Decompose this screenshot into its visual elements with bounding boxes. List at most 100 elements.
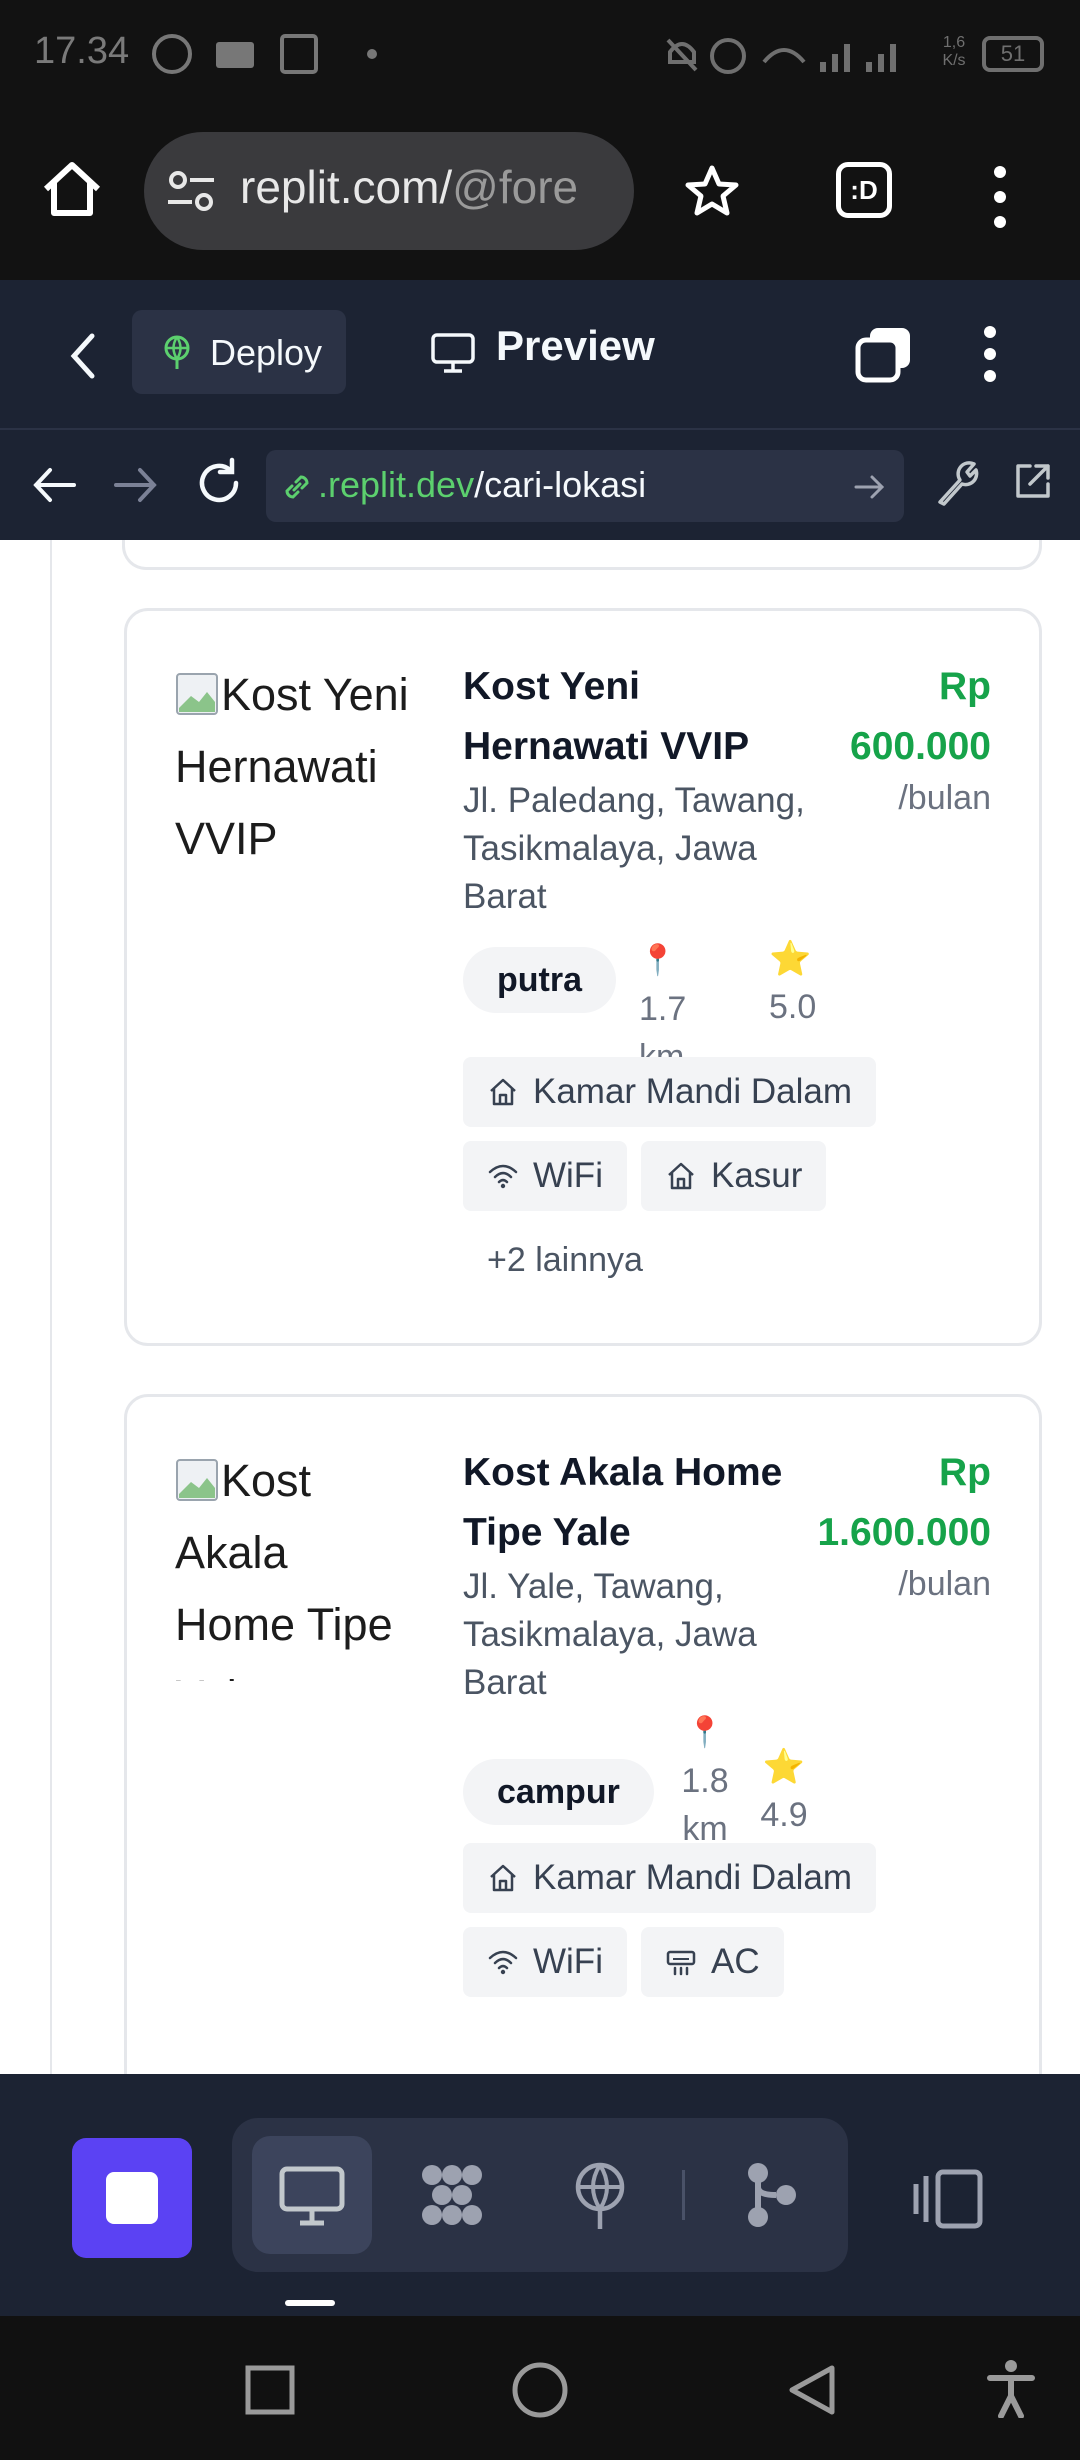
site-settings-icon[interactable] xyxy=(166,168,216,214)
price-currency: Rp xyxy=(939,1451,991,1494)
replit-bottom-toolbar xyxy=(0,2074,1080,2316)
price-value: 600.000 xyxy=(850,725,991,768)
gender-type-badge: putra xyxy=(463,947,616,1013)
bookmark-star-icon[interactable] xyxy=(682,162,742,222)
price-period: /bulan xyxy=(898,779,991,817)
tool-switcher xyxy=(232,2118,848,2272)
gender-type-badge: campur xyxy=(463,1759,654,1825)
house-icon xyxy=(668,1162,694,1190)
rating: ⭐ 4.9 xyxy=(749,1743,819,1839)
facility-chip: AC xyxy=(641,1927,784,1997)
distance-value: 1.7 xyxy=(639,990,687,1028)
reload-icon[interactable] xyxy=(192,456,246,510)
home-circle-icon[interactable] xyxy=(510,2360,570,2420)
listing-image[interactable]: Kost Akala Home Tipe Yale xyxy=(175,1445,419,1681)
listing-title[interactable]: Kost Yeni Hernawati VVIP xyxy=(463,657,793,777)
preview-tab-title[interactable]: Preview xyxy=(496,322,655,370)
back-arrow-icon[interactable] xyxy=(28,460,80,510)
address-host: .replit.dev xyxy=(318,464,475,505)
pin-icon: 📍 xyxy=(686,1716,724,1749)
git-icon[interactable] xyxy=(732,2157,808,2233)
webview-address-field[interactable]: .replit.dev/cari-lokasi xyxy=(266,450,904,522)
house-icon xyxy=(490,1078,516,1106)
recents-square-icon[interactable] xyxy=(244,2364,296,2416)
back-chevron-icon[interactable] xyxy=(62,328,102,384)
house-icon xyxy=(490,1864,516,1892)
tabs-button[interactable]: :D xyxy=(836,162,892,218)
price-currency: Rp xyxy=(939,665,991,708)
deployments-icon[interactable] xyxy=(562,2157,638,2233)
listing-card[interactable]: Kost Akala Home Tipe Yale Kost Akala Hom… xyxy=(124,1394,1042,2074)
rating-value: 4.9 xyxy=(760,1796,808,1834)
url-host: replit.com/ xyxy=(240,161,453,213)
devtools-wrench-icon[interactable] xyxy=(934,458,980,508)
broken-image-icon xyxy=(176,1459,218,1501)
browser-toolbar: replit.com/@fore :D xyxy=(0,110,1080,280)
sidebar-divider xyxy=(50,540,52,2074)
facility-label: Kamar Mandi Dalam xyxy=(533,1858,852,1897)
url-bar[interactable]: replit.com/@fore xyxy=(144,132,634,250)
distance-value: 1.8 xyxy=(681,1762,729,1800)
wifi-icon xyxy=(488,1950,518,1975)
facility-label: AC xyxy=(711,1942,760,1981)
facility-label: WiFi xyxy=(533,1942,603,1981)
pin-icon: 📍 xyxy=(639,944,677,977)
preview-tool-button[interactable] xyxy=(252,2136,372,2254)
star-icon: ⭐ xyxy=(769,940,812,978)
layout-toggle-icon[interactable] xyxy=(912,2166,986,2232)
go-arrow-icon[interactable] xyxy=(852,472,886,502)
facility-chip: WiFi xyxy=(463,1141,627,1211)
open-external-icon[interactable] xyxy=(1010,458,1056,504)
deploy-globe-icon xyxy=(160,334,194,370)
back-triangle-icon[interactable] xyxy=(784,2362,840,2418)
webview-nav-bar: .replit.dev/cari-lokasi xyxy=(0,430,1080,540)
address-path: /cari-lokasi xyxy=(474,464,647,505)
system-status-icons xyxy=(660,32,910,83)
previous-listing-card[interactable] xyxy=(122,540,1042,570)
replit-header: Deploy Preview xyxy=(0,280,1080,430)
link-icon xyxy=(280,470,314,504)
facility-label: Kasur xyxy=(711,1156,803,1195)
distance: 📍 1.8 km xyxy=(675,1707,735,1853)
more-options-icon[interactable] xyxy=(980,324,1000,384)
facility-chip: Kamar Mandi Dalam xyxy=(463,1843,876,1913)
url-path: @fore xyxy=(452,161,579,213)
rating-value: 5.0 xyxy=(769,988,817,1026)
monitor-icon xyxy=(279,2166,345,2226)
stop-button[interactable] xyxy=(72,2138,192,2258)
price-period: /bulan xyxy=(898,1565,991,1603)
accessibility-icon[interactable] xyxy=(986,2358,1036,2418)
listing-card[interactable]: Kost Yeni Hernawati VVIP Kost Yeni Herna… xyxy=(124,608,1042,1346)
toolbar-divider xyxy=(682,2170,685,2220)
facility-chip: Kasur xyxy=(641,1141,827,1211)
notification-icons xyxy=(150,32,380,81)
page-content: Kost Yeni Hernawati VVIP Kost Yeni Herna… xyxy=(0,540,1080,2074)
browser-menu-icon[interactable] xyxy=(990,162,1010,232)
battery-indicator: 51 xyxy=(982,36,1044,72)
system-navigation-bar xyxy=(0,2316,1080,2460)
console-icon[interactable] xyxy=(414,2157,490,2233)
facility-label: WiFi xyxy=(533,1156,603,1195)
net-speed: 1,6 K/s xyxy=(942,34,966,69)
forward-arrow-icon[interactable] xyxy=(110,460,162,510)
new-tab-panel-icon[interactable] xyxy=(854,324,914,384)
more-facilities-text[interactable]: +2 lainnya xyxy=(487,1241,643,1280)
home-icon[interactable] xyxy=(38,155,106,223)
facility-label: Kamar Mandi Dalam xyxy=(533,1072,852,1111)
listing-address: Jl. Paledang, Tawang, Tasikmalaya, Jawa … xyxy=(463,781,805,916)
wifi-icon xyxy=(488,1164,518,1189)
deploy-button[interactable]: Deploy xyxy=(132,310,346,394)
price-value: 1.600.000 xyxy=(817,1511,991,1554)
rating: ⭐ 5.0 xyxy=(769,935,839,1031)
facility-chip: WiFi xyxy=(463,1927,627,1997)
status-time: 17.34 xyxy=(34,30,130,72)
url-text: replit.com/@fore xyxy=(240,160,620,214)
webview-address-text: .replit.dev/cari-lokasi xyxy=(318,464,646,506)
deploy-label: Deploy xyxy=(210,332,323,373)
listing-title[interactable]: Kost Akala Home Tipe Yale xyxy=(463,1443,793,1563)
listing-image[interactable]: Kost Yeni Hernawati VVIP xyxy=(175,659,419,895)
air-conditioner-icon xyxy=(666,1950,696,1976)
facility-chip: Kamar Mandi Dalam xyxy=(463,1057,876,1127)
stop-icon xyxy=(106,2172,158,2224)
star-icon: ⭐ xyxy=(762,1748,806,1786)
